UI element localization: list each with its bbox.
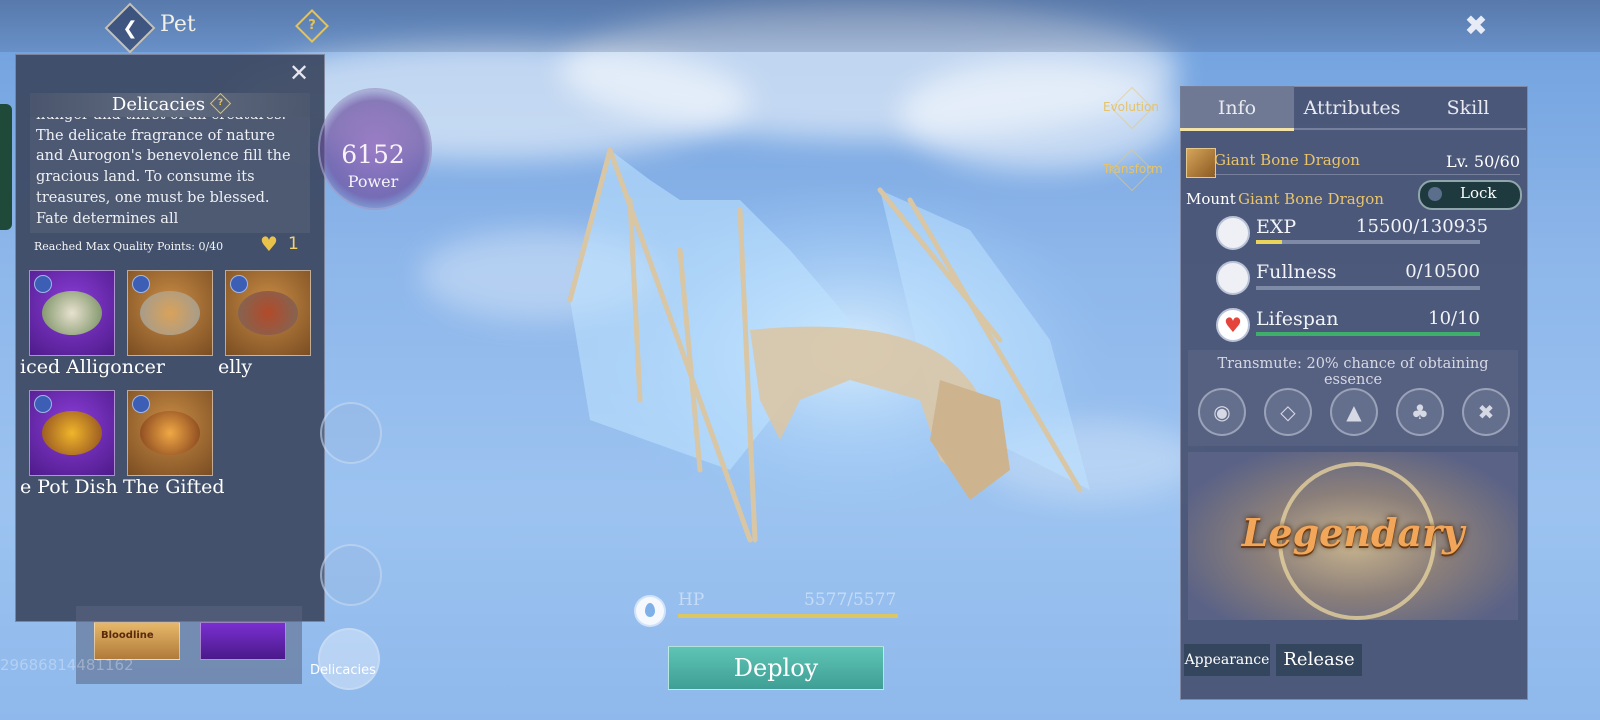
transform-label: Transform <box>1103 162 1163 176</box>
pet-portrait-icon <box>1186 148 1216 178</box>
exp-icon <box>1216 216 1250 250</box>
food-dish-icon <box>140 291 200 335</box>
water-drop-icon <box>634 595 666 627</box>
stat-label: Lifespan <box>1256 308 1339 330</box>
delicacies-description[interactable]: hunger and thirst of all creatures. The … <box>30 117 310 233</box>
heart-icon: ♥ <box>1216 308 1250 342</box>
power-value: 6152 <box>341 140 405 169</box>
exp-bar <box>1256 240 1480 244</box>
food-dish-icon <box>42 291 102 335</box>
trefoil-icon[interactable]: ♣ <box>1396 388 1444 436</box>
food-item[interactable] <box>225 270 311 356</box>
heart-counter: ♥ 1 <box>260 234 299 254</box>
food-name: elly <box>218 356 253 378</box>
food-name: iced Alligoncer <box>20 356 165 378</box>
appearance-button[interactable]: Appearance <box>1184 644 1270 676</box>
page-title: Pet <box>160 12 196 37</box>
pet-level: Lv. 50/60 <box>1445 152 1520 171</box>
player-uid: 29686814481162 <box>0 656 134 674</box>
info-icon[interactable]: ? <box>209 92 232 114</box>
food-name: e Pot Dish <box>20 476 118 498</box>
delicacies-title: Delicacies? <box>30 92 310 117</box>
food-dish-icon <box>42 411 102 455</box>
moon-icon[interactable] <box>320 544 382 606</box>
lifespan-bar-fill <box>1256 332 1480 336</box>
delicacies-button-label: Delicacies <box>310 663 376 678</box>
stat-value: 0/10500 <box>1405 261 1480 282</box>
lifespan-bar <box>1256 332 1480 336</box>
heart-icon: ♥ <box>260 232 278 256</box>
food-item[interactable] <box>127 390 213 476</box>
tab-divider <box>1294 128 1526 130</box>
left-edge-tab <box>0 104 12 230</box>
paw-badge-icon <box>230 275 248 293</box>
lock-label: Lock <box>1460 184 1497 202</box>
back-arrow-icon: ❮ <box>122 17 138 39</box>
tab-skill[interactable]: Skill <box>1410 86 1526 130</box>
paw-badge-icon <box>132 395 150 413</box>
bloodline-label: Bloodline <box>101 630 154 641</box>
diamond-icon[interactable]: ◇ <box>1264 388 1312 436</box>
release-button[interactable]: Release <box>1276 644 1362 676</box>
hp-bar <box>678 614 898 618</box>
food-dish-icon <box>140 411 200 455</box>
stat-value: 10/10 <box>1428 308 1480 329</box>
eye-icon[interactable]: ◉ <box>1198 388 1246 436</box>
divider <box>1214 174 1520 175</box>
flame-icon[interactable]: ▲ <box>1330 388 1378 436</box>
paw-badge-icon <box>132 275 150 293</box>
active-tab-indicator <box>1180 128 1294 131</box>
food-item[interactable] <box>29 390 115 476</box>
delicacies-button[interactable] <box>318 628 380 690</box>
transmute-text: Transmute: 20% chance of obtaining essen… <box>1217 356 1489 388</box>
food-dish-icon <box>238 291 298 335</box>
max-quality-text: Reached Max Quality Points: 0/40 <box>34 240 224 253</box>
hp-label: HP <box>678 590 705 610</box>
bone-dragon-model <box>567 147 1110 543</box>
tab-info[interactable]: Info <box>1180 86 1294 130</box>
close-icon[interactable]: ✖ <box>1460 10 1492 42</box>
dragon-icon[interactable] <box>320 402 382 464</box>
locked-card[interactable] <box>200 622 286 660</box>
lock-toggle[interactable]: Lock <box>1418 180 1522 210</box>
description-text: hunger and thirst of all creatures. The … <box>36 117 291 227</box>
evolution-label: Evolution <box>1103 100 1159 114</box>
top-bar <box>0 0 1600 52</box>
bloodline-card[interactable]: Bloodline <box>94 622 180 660</box>
heart-count: 1 <box>288 234 299 254</box>
exp-bar-fill <box>1256 240 1283 244</box>
food-name: The Gifted <box>123 476 225 498</box>
rarity-label: Legendary <box>1241 510 1465 555</box>
power-label: Power <box>347 172 399 191</box>
stat-label: Fullness <box>1256 261 1337 283</box>
tab-attributes[interactable]: Attributes <box>1294 86 1410 130</box>
deploy-button[interactable]: Deploy <box>668 646 884 690</box>
mount-value: Giant Bone Dragon <box>1238 190 1384 208</box>
toggle-knob <box>1428 187 1442 201</box>
paw-badge-icon <box>34 395 52 413</box>
paw-badge-icon <box>34 275 52 293</box>
hp-value: 5577/5577 <box>804 590 897 610</box>
delicacies-title-text: Delicacies <box>111 94 206 115</box>
panel-close-icon[interactable]: ✕ <box>286 60 312 86</box>
cross-icon[interactable]: ✖ <box>1462 388 1510 436</box>
fullness-bar <box>1256 286 1480 290</box>
stat-label: EXP <box>1256 216 1297 238</box>
mount-label: Mount <box>1186 190 1236 208</box>
food-item[interactable] <box>29 270 115 356</box>
stat-value: 15500/130935 <box>1356 216 1489 237</box>
pet-name: Giant Bone Dragon <box>1214 151 1360 169</box>
food-item[interactable] <box>127 270 213 356</box>
fullness-icon <box>1216 261 1250 295</box>
